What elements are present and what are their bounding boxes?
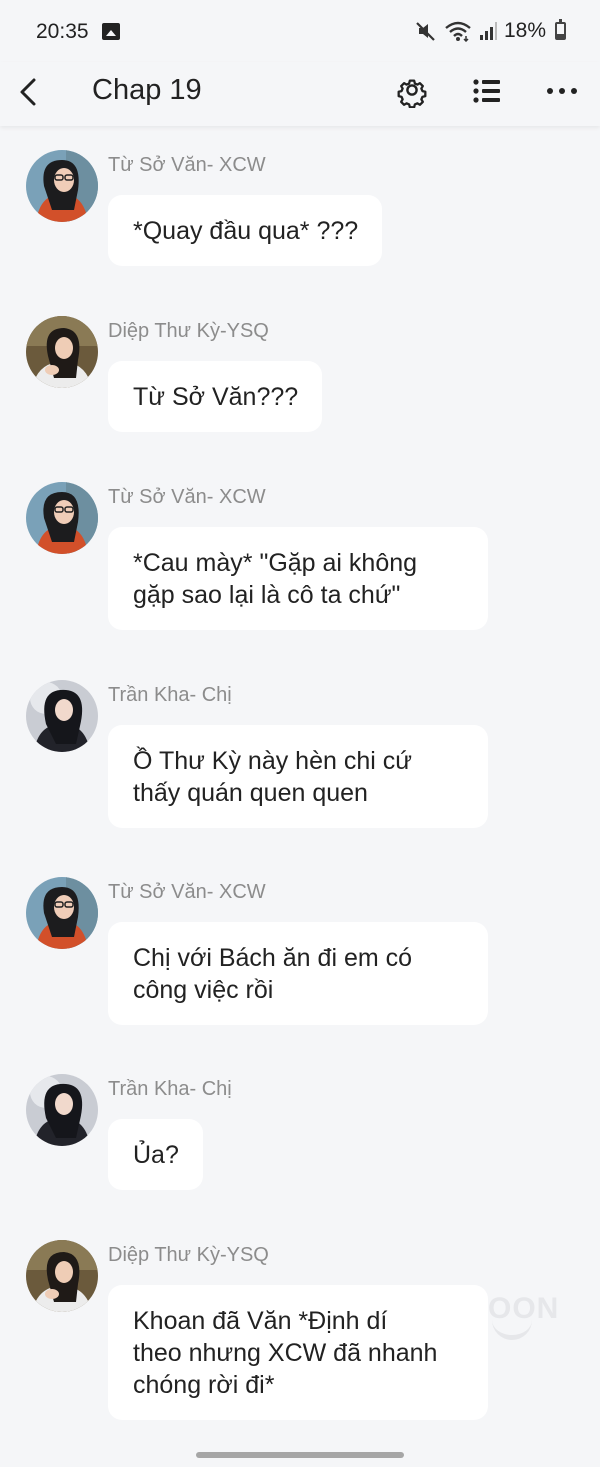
watermark-smile-icon (492, 1320, 532, 1340)
status-icons: 18% (415, 18, 566, 44)
message-bubble[interactable]: *Cau mày* "Gặp ai không gặp sao lại là c… (108, 527, 488, 630)
sender-name: Từ Sở Văn- XCW (108, 881, 266, 903)
avatar-tu-so-van-icon (26, 482, 98, 554)
list-icon[interactable] (470, 74, 504, 108)
avatar-diep-thu-ky-icon (26, 316, 98, 388)
avatar-tran-kha-icon (26, 680, 98, 752)
sender-name: Trần Kha- Chị (108, 1078, 232, 1100)
battery-percentage: 18% (503, 19, 546, 42)
avatar-diep-thu-ky-icon (26, 1240, 98, 1312)
gear-icon[interactable] (394, 72, 430, 108)
avatar-tran-kha-icon (26, 1074, 98, 1146)
sender-name: Từ Sở Văn- XCW (108, 486, 266, 508)
avatar[interactable] (26, 1074, 98, 1146)
more-icon[interactable] (544, 74, 580, 108)
signal-icon (479, 22, 497, 40)
mute-icon (416, 22, 435, 41)
avatar[interactable] (26, 150, 98, 222)
message-bubble[interactable]: Ồ Thư Kỳ này hèn chi cứ thấy quán quen q… (108, 725, 488, 828)
page-title: Chap 19 (92, 74, 202, 106)
wifi-icon (445, 21, 471, 42)
home-indicator[interactable] (196, 1452, 404, 1458)
sender-name: Diệp Thư Kỳ-YSQ (108, 1244, 269, 1266)
avatar[interactable] (26, 1240, 98, 1312)
avatar[interactable] (26, 482, 98, 554)
avatar-tu-so-van-icon (26, 877, 98, 949)
sender-name: Diệp Thư Kỳ-YSQ (108, 320, 269, 342)
back-icon[interactable] (14, 72, 46, 112)
status-bar: 20:35 18% (0, 0, 600, 62)
app-bar: Chap 19 (0, 62, 600, 126)
avatar-tu-so-van-icon (26, 150, 98, 222)
message-bubble[interactable]: *Quay đầu qua* ??? (108, 195, 383, 266)
avatar[interactable] (26, 877, 98, 949)
message-bubble[interactable]: Từ Sở Văn??? (108, 361, 323, 432)
battery-icon (555, 19, 566, 40)
message-bubble[interactable]: Chị với Bách ăn đi em có công việc rồi (108, 922, 488, 1025)
message-bubble[interactable]: Ủa? (108, 1119, 203, 1190)
sender-name: Từ Sở Văn- XCW (108, 154, 266, 176)
message-bubble[interactable]: Khoan đã Văn *Định dí theo nhưng XCW đã … (108, 1285, 488, 1420)
sender-name: Trần Kha- Chị (108, 684, 232, 706)
avatar[interactable] (26, 316, 98, 388)
gallery-icon (102, 23, 120, 40)
status-time: 20:35 (36, 20, 89, 43)
avatar[interactable] (26, 680, 98, 752)
